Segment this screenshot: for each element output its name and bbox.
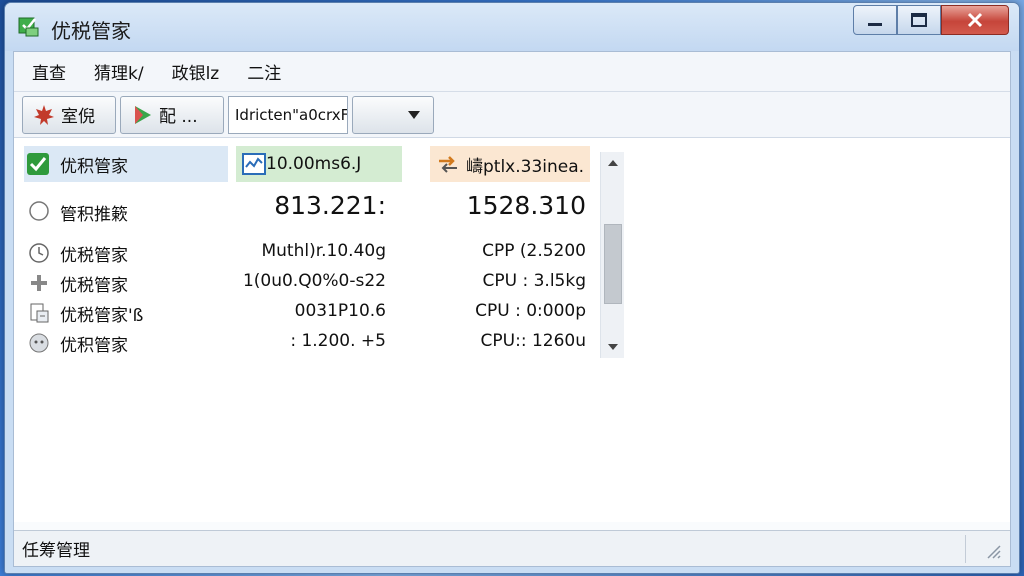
toolbar-button-2[interactable]: 配 ... (120, 95, 224, 134)
table-row[interactable]: 优税管家 Muthl)r.10.40g CPP (2.5200 (22, 238, 594, 268)
header-column-3[interactable]: 嶹ptlx.33inea. (430, 146, 590, 182)
app-icon (18, 17, 39, 37)
window-content: 直查 猜理k/ 政银lz 二注 室倪 配 ... Idricten"a0crxF… (13, 51, 1011, 567)
close-icon (967, 12, 983, 28)
header-column-1-label: 优积管家 (60, 156, 128, 177)
status-text: 任筹管理 (22, 541, 90, 561)
row-value-2: 1528.310 (466, 191, 586, 220)
chevron-up-icon (608, 160, 618, 166)
minimize-icon (868, 23, 882, 26)
header-column-3-label: 嶹ptlx.33inea. (466, 156, 585, 177)
toolbar-dropdown-button[interactable] (352, 95, 434, 134)
row-name: 优税管家 (60, 246, 128, 266)
close-button[interactable] (941, 5, 1009, 35)
main-area: 优积管家 10.00ms6.J 嶹ptlx.33inea. 管积推簌 813.2… (14, 138, 1010, 522)
chart-icon (242, 153, 266, 175)
maximize-icon (911, 13, 927, 27)
plus-icon (31, 275, 47, 291)
transfer-icon (439, 156, 457, 173)
document-icon (30, 303, 49, 323)
row-name: 管积推簌 (60, 205, 128, 225)
scroll-up-button[interactable] (601, 152, 625, 174)
check-icon (27, 153, 49, 175)
process-panel: 优积管家 10.00ms6.J 嶹ptlx.33inea. 管积推簌 813.2… (22, 146, 624, 371)
row-value-2: CPU:: 1260u (480, 331, 586, 351)
scroll-down-button[interactable] (601, 336, 625, 358)
table-row[interactable]: 优积管家 : 1.200. +5 CPU:: 1260u (22, 328, 594, 358)
table-row[interactable]: 管积推簌 813.221: 1528.310 (22, 190, 594, 230)
header-column-2-label: 10.00ms6.J (266, 154, 362, 174)
title-bar[interactable]: 优税管家 (5, 3, 1019, 51)
vertical-scrollbar[interactable] (600, 152, 624, 358)
row-name: 优税管家 (60, 276, 128, 296)
row-value-1: 1(0u0.Q0%0-s22 (242, 271, 386, 291)
row-value-1: Muthl)r.10.40g (261, 241, 386, 261)
row-value-2: CPP (2.5200 (482, 241, 586, 261)
maple-leaf-icon (34, 104, 54, 125)
menu-item-2[interactable]: 猜理k/ (94, 59, 144, 84)
toolbar: 室倪 配 ... Idricten"a0crxFithdtic... (14, 92, 1010, 138)
row-value-2: CPU : 3.l5kg (482, 271, 587, 291)
resize-grip-icon[interactable] (984, 542, 1002, 560)
row-value-2: CPU : 0:000p (475, 301, 586, 321)
header-column-2[interactable]: 10.00ms6.J (236, 146, 402, 182)
scrollbar-thumb[interactable] (604, 224, 622, 304)
menu-item-1[interactable]: 直查 (32, 59, 66, 84)
face-icon (29, 333, 49, 353)
menu-item-3[interactable]: 政银lz (172, 59, 220, 84)
status-divider (965, 535, 966, 563)
toolbar-button-1-label: 室倪 (61, 107, 95, 127)
table-row[interactable]: 优税管家'ß 0031P10.6 CPU : 0:000p (22, 298, 594, 328)
chevron-down-icon (608, 344, 618, 350)
toolbar-button-2-label: 配 ... (159, 107, 198, 127)
window-controls (853, 5, 1009, 35)
status-bar: 任筹管理 (14, 530, 1010, 566)
radio-icon (29, 201, 49, 221)
menu-bar: 直查 猜理k/ 政银lz 二注 (14, 52, 1010, 92)
play-icon (135, 105, 151, 124)
toolbar-combo-input[interactable]: Idricten"a0crxFithdtic... (228, 95, 348, 134)
row-name: 优积管家 (60, 336, 128, 356)
clock-icon (29, 243, 49, 263)
toolbar-button-1[interactable]: 室倪 (22, 95, 116, 134)
minimize-button[interactable] (853, 5, 897, 35)
window-title: 优税管家 (51, 19, 131, 43)
row-value-1: 0031P10.6 (294, 301, 386, 321)
chevron-down-icon (408, 110, 420, 119)
row-value-1: : 1.200. +5 (290, 331, 386, 351)
menu-item-4[interactable]: 二注 (247, 59, 281, 84)
maximize-button[interactable] (897, 5, 941, 35)
row-name: 优税管家'ß (60, 306, 144, 326)
table-row[interactable]: 优税管家 1(0u0.Q0%0-s22 CPU : 3.l5kg (22, 268, 594, 298)
app-window: 优税管家 直查 猜理k/ 政银lz 二注 室倪 配 ... Idricten"a… (4, 2, 1020, 574)
row-value-1: 813.221: (274, 191, 386, 220)
header-column-1[interactable]: 优积管家 (24, 146, 228, 182)
